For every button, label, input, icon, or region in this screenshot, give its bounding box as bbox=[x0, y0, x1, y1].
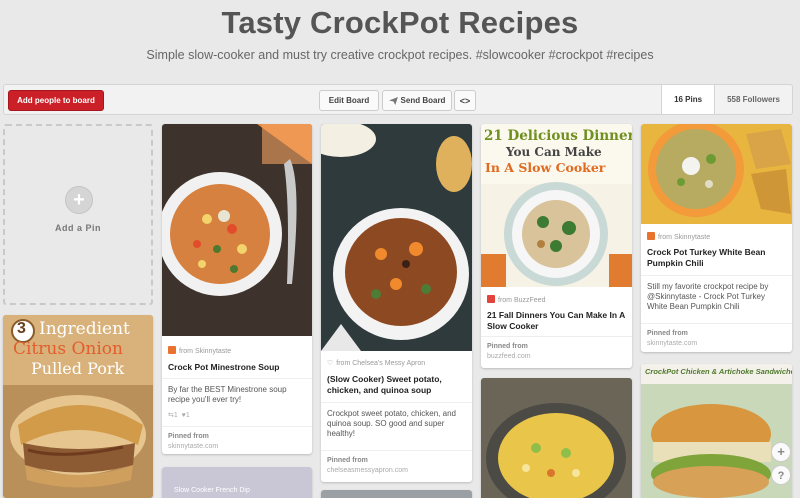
pin-title[interactable]: Crock Pot Minestrone Soup bbox=[168, 362, 306, 373]
pinned-from-url[interactable]: skinnytaste.com bbox=[647, 340, 697, 347]
pin-card-pulled-pork[interactable]: 3 Ingredient Citrus Onion Pulled Pork bbox=[3, 315, 153, 498]
pin-image-text: CrockPot Chicken & Artichoke Sandwiches bbox=[645, 367, 792, 376]
edit-board-button[interactable]: Edit Board bbox=[319, 90, 379, 111]
plus-icon: + bbox=[777, 444, 785, 459]
pin-source[interactable]: from Skinnytaste bbox=[647, 232, 710, 241]
pinned-from-label: Pinned from bbox=[168, 433, 209, 440]
help-icon: ? bbox=[777, 470, 785, 482]
pin-description: By far the BEST Minestrone soup recipe y… bbox=[168, 385, 287, 404]
pinned-from-label: Pinned from bbox=[487, 343, 528, 350]
send-board-button[interactable]: Send Board bbox=[382, 90, 452, 111]
pin-image bbox=[481, 378, 632, 498]
pin-card-french-dip[interactable]: Slow Cooker French Dip bbox=[162, 467, 312, 498]
pin-card-fall-dinners[interactable]: 21 Delicious Dinners You Can Make In A S… bbox=[481, 124, 632, 368]
pin-card-sweet-potato-soup[interactable]: ♡ from Chelsea's Messy Apron (Slow Cooker… bbox=[321, 124, 472, 482]
help-button[interactable]: ? bbox=[771, 465, 791, 485]
pin-image-text: Slow Cooker French Dip bbox=[174, 487, 250, 494]
pin-card-artichoke-sandwiches[interactable]: CrockPot Chicken & Artichoke Sandwiches bbox=[641, 364, 792, 498]
pin-card-minestrone[interactable]: from Skinnytaste Crock Pot Minestrone So… bbox=[162, 124, 312, 454]
pinned-from-label: Pinned from bbox=[327, 457, 368, 464]
pinned-from-url[interactable]: buzzfeed.com bbox=[487, 353, 531, 360]
pin-image-text-3: Pulled Pork bbox=[31, 359, 125, 378]
add-people-button[interactable]: Add people to board bbox=[8, 90, 104, 111]
board-action-bar: Add people to board Edit Board Send Boar… bbox=[3, 84, 793, 115]
send-icon bbox=[388, 96, 398, 105]
pin-title[interactable]: (Slow Cooker) Sweet potato, chicken, and… bbox=[327, 374, 466, 395]
pin-description: Still my favorite crockpot recipe by @Sk… bbox=[647, 282, 769, 311]
pin-image-text-3: In A Slow Cooker bbox=[485, 160, 606, 175]
pin-source[interactable]: from Skinnytaste bbox=[168, 346, 231, 355]
embed-icon: <> bbox=[459, 95, 471, 106]
pin-image-text-2: You Can Make bbox=[506, 145, 602, 159]
board-stats: 16 Pins 558 Followers bbox=[661, 85, 792, 114]
pin-image bbox=[641, 124, 792, 224]
pins-count-tab[interactable]: 16 Pins bbox=[661, 85, 715, 114]
pinned-from-label: Pinned from bbox=[647, 330, 688, 337]
pin-image-text-2: Citrus Onion bbox=[13, 339, 123, 359]
pin-image-text-number: 3 bbox=[17, 320, 26, 337]
add-icon: + bbox=[65, 186, 93, 214]
board-title: Tasty CrockPot Recipes bbox=[221, 5, 579, 40]
send-board-label: Send Board bbox=[400, 96, 446, 105]
pin-title[interactable]: Crock Pot Turkey White Bean Pumpkin Chil… bbox=[647, 247, 786, 268]
add-pin-card[interactable]: + Add a Pin bbox=[3, 124, 153, 305]
pin-image-text-1: 21 Delicious Dinners bbox=[484, 128, 632, 144]
pin-title[interactable]: 21 Fall Dinners You Can Make In A Slow C… bbox=[487, 310, 626, 331]
pin-card-partial[interactable] bbox=[321, 490, 472, 498]
source-logo-icon bbox=[647, 232, 655, 240]
pin-image bbox=[641, 364, 792, 498]
embed-button[interactable]: <> bbox=[454, 90, 476, 111]
board-description: Simple slow-cooker and must try creative… bbox=[146, 48, 654, 62]
pin-stats: ⇆1 ♥1 bbox=[168, 412, 190, 419]
board-header: Tasty CrockPot Recipes Simple slow-cooke… bbox=[0, 0, 800, 84]
source-logo-icon bbox=[487, 295, 495, 303]
scroll-plus-button[interactable]: + bbox=[771, 442, 791, 462]
pin-source[interactable]: ♡ from Chelsea's Messy Apron bbox=[327, 359, 425, 367]
pin-image-text-1: Ingredient bbox=[39, 319, 130, 339]
add-pin-label: Add a Pin bbox=[54, 223, 101, 233]
source-logo-icon bbox=[168, 346, 176, 354]
source-logo-icon: ♡ bbox=[327, 360, 334, 367]
pin-description: Crockpot sweet potato, chicken, and quin… bbox=[327, 409, 456, 438]
pin-card-turkey-chili[interactable]: from Skinnytaste Crock Pot Turkey White … bbox=[641, 124, 792, 352]
pin-image bbox=[162, 124, 312, 336]
pin-source[interactable]: from BuzzFeed bbox=[487, 295, 545, 304]
pinned-from-url[interactable]: skinnytaste.com bbox=[168, 443, 218, 450]
pin-image bbox=[321, 490, 472, 498]
pin-card-corn[interactable] bbox=[481, 378, 632, 498]
pin-image bbox=[321, 124, 472, 351]
pinned-from-url[interactable]: chelseasmessyapron.com bbox=[327, 467, 408, 474]
followers-count-tab[interactable]: 558 Followers bbox=[714, 85, 792, 114]
